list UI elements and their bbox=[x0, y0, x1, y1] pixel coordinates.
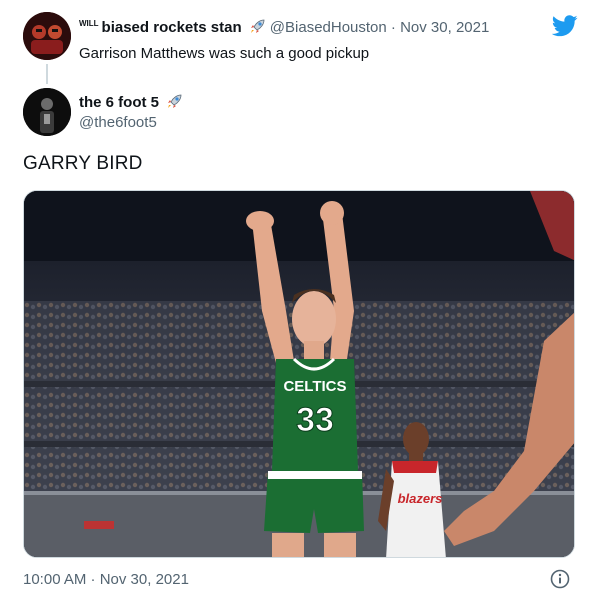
info-icon[interactable] bbox=[550, 569, 570, 589]
author-name-text: the 6 foot 5 bbox=[79, 93, 160, 111]
tweet-timestamp[interactable]: 10:00 AM · Nov 30, 2021 bbox=[23, 571, 189, 588]
tweet-text: GARRY BIRD bbox=[23, 153, 143, 174]
tweet-photo[interactable]: CELTICS 33 blazers bbox=[23, 190, 575, 558]
rocket-icon bbox=[166, 92, 184, 114]
jersey-number-text: 33 bbox=[296, 401, 334, 439]
rocket-icon bbox=[249, 17, 267, 39]
jersey-team-text: CELTICS bbox=[283, 378, 346, 395]
author-handle[interactable]: @the6foot5 bbox=[79, 114, 157, 131]
parent-tweet-text: Garrison Matthews was such a good pickup bbox=[79, 45, 370, 62]
tweet-card: WILL biased rockets stan @BiasedHouston ·… bbox=[0, 0, 597, 600]
opponent-jersey-text: blazers bbox=[398, 491, 443, 506]
parent-handle[interactable]: @BiasedHouston bbox=[270, 19, 387, 36]
parent-date[interactable]: · Nov 30, 2021 bbox=[391, 19, 489, 36]
thread-connector bbox=[46, 64, 48, 84]
parent-header: WILL biased rockets stan @BiasedHouston ·… bbox=[79, 17, 489, 39]
parent-display-name[interactable]: biased rockets stan bbox=[102, 19, 242, 36]
parent-avatar[interactable] bbox=[23, 12, 71, 60]
author-display-name[interactable]: the 6 foot 5 bbox=[79, 92, 187, 114]
twitter-bird-icon[interactable] bbox=[551, 15, 578, 37]
parent-name-prefix: WILL bbox=[79, 19, 99, 28]
author-avatar[interactable] bbox=[23, 88, 71, 136]
